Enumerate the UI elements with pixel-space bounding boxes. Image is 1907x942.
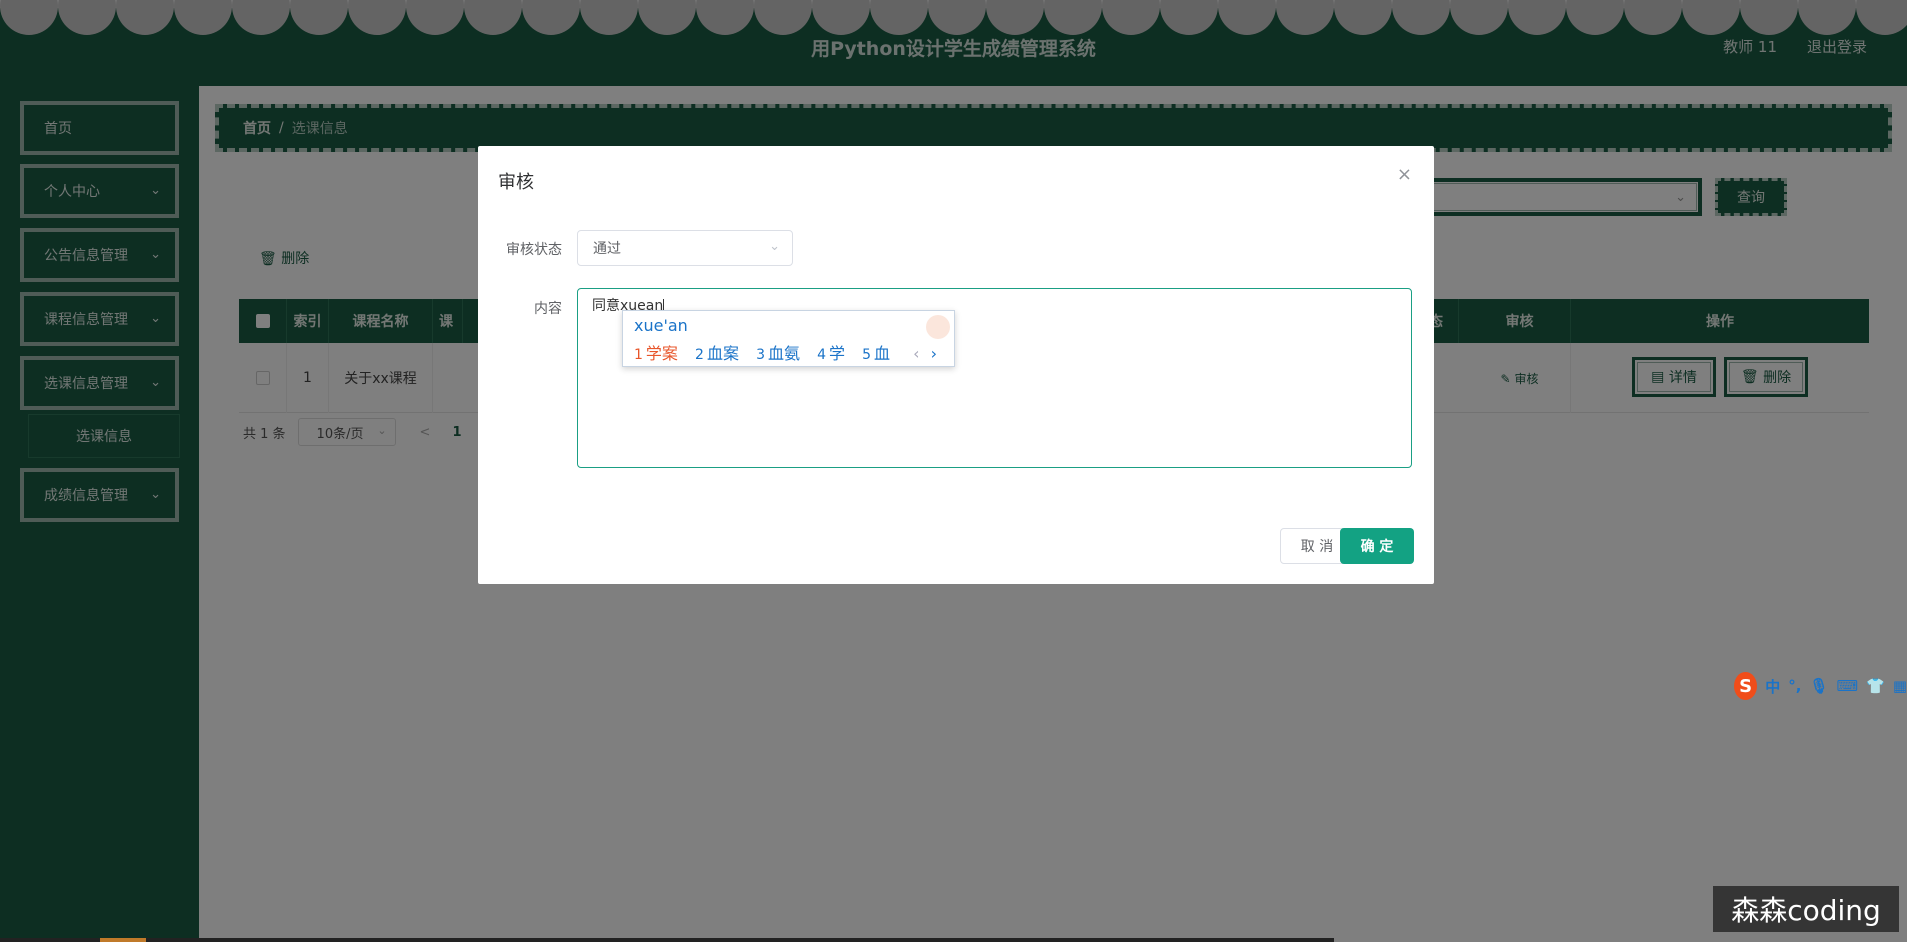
dialog-title: 审核 bbox=[498, 172, 534, 193]
ime-chinese-mode[interactable]: 中 bbox=[1765, 676, 1780, 697]
close-icon[interactable]: × bbox=[1397, 164, 1412, 185]
ime-candidate[interactable]: 1 学案 bbox=[634, 344, 678, 363]
sogou-logo-icon[interactable]: S bbox=[1734, 672, 1758, 700]
taskbar-strip bbox=[0, 938, 1334, 942]
confirm-button[interactable]: 确 定 bbox=[1340, 528, 1414, 564]
keyboard-icon[interactable]: ⌨ bbox=[1836, 677, 1858, 695]
ime-candidate[interactable]: 2 血案 bbox=[695, 344, 739, 363]
ime-candidate[interactable]: 5血 bbox=[862, 344, 890, 363]
ime-page-nav: ‹ › bbox=[913, 344, 937, 363]
ime-logo-icon bbox=[926, 315, 950, 339]
microphone-icon[interactable]: 🎙 bbox=[1809, 677, 1828, 695]
ime-candidate[interactable]: 3 血氨 bbox=[756, 344, 800, 363]
watermark: 森森coding bbox=[1713, 886, 1899, 932]
punctuation-icon[interactable]: °, bbox=[1788, 677, 1801, 695]
skin-icon[interactable]: 👕 bbox=[1866, 677, 1885, 695]
ime-next-icon[interactable]: › bbox=[931, 344, 937, 363]
chevron-down-icon: ⌄ bbox=[769, 239, 780, 254]
ime-candidate-list: 1 学案 2 血案 3 血氨 4学 5血 ‹ › bbox=[634, 340, 937, 364]
ime-candidate-popup: xue'an 1 学案 2 血案 3 血氨 4学 5血 ‹ › bbox=[622, 310, 955, 367]
ime-prev-icon[interactable]: ‹ bbox=[913, 344, 919, 363]
status-select[interactable]: 通过 ⌄ bbox=[577, 230, 793, 266]
ime-pinyin: xue'an bbox=[634, 316, 688, 335]
taskbar-tab bbox=[100, 938, 146, 942]
grid-icon[interactable]: ▦ bbox=[1893, 677, 1907, 695]
status-label: 审核状态 bbox=[506, 242, 562, 258]
status-select-value: 通过 bbox=[593, 241, 621, 257]
content-label: 内容 bbox=[534, 301, 562, 317]
ime-candidate[interactable]: 4学 bbox=[817, 344, 845, 363]
ime-toolbar: S 中 °, 🎙 ⌨ 👕 ▦ bbox=[1734, 672, 1907, 700]
